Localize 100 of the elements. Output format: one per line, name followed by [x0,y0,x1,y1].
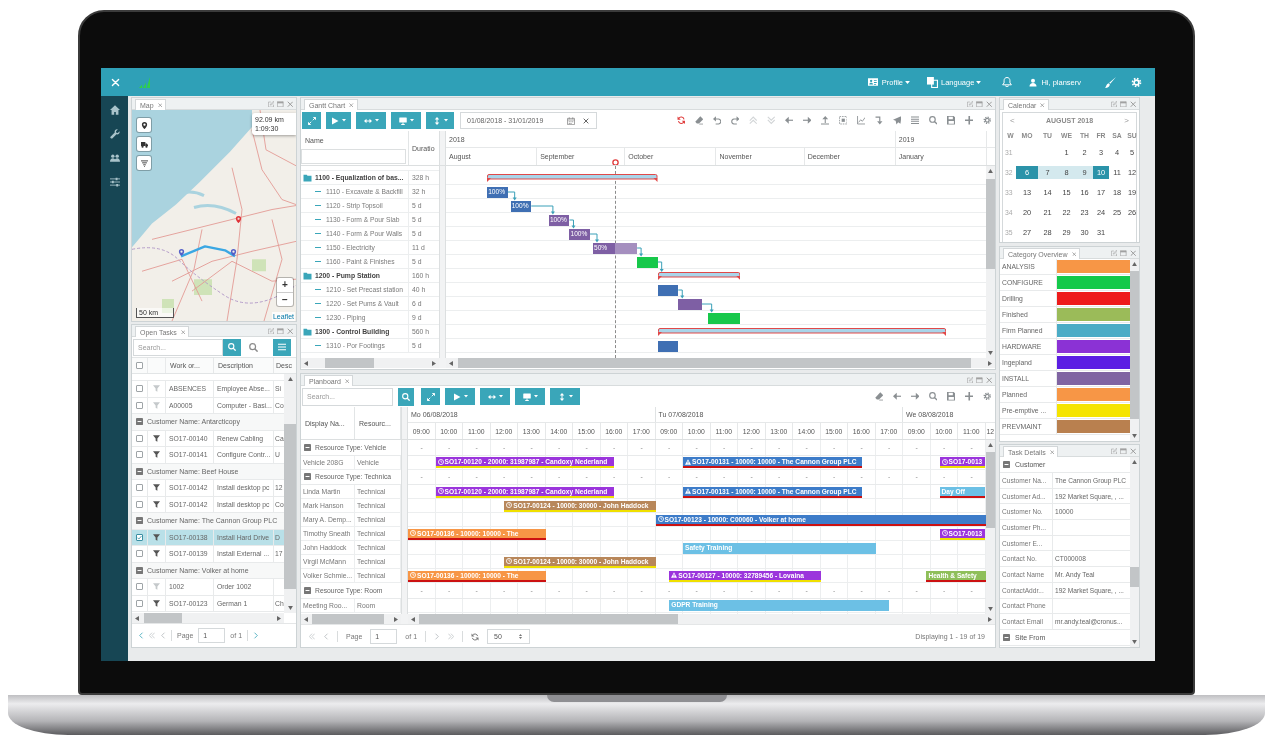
scrollbar-thumb[interactable] [419,614,678,624]
task-bar[interactable] [657,284,679,296]
vertical-arrows-menu-button[interactable] [426,112,454,129]
settings-icon[interactable] [982,116,991,125]
scroll-arrow-icon[interactable] [1132,434,1137,438]
scroll-arrow-icon[interactable] [1132,460,1137,464]
scrollbar-thumb[interactable] [1130,271,1139,419]
summary-bar[interactable] [487,174,658,182]
diagonal-arrows-button[interactable] [421,388,440,405]
scroll-arrow-icon[interactable] [1132,640,1137,644]
scroll-arrow-icon[interactable] [394,616,398,622]
collapse-icon[interactable] [304,473,311,481]
search-icon[interactable] [928,116,937,125]
scrollbar[interactable] [986,166,995,358]
monitor-menu-button[interactable] [515,388,545,405]
refresh-icon[interactable] [471,632,480,641]
checkbox[interactable] [136,484,143,492]
edit-icon[interactable] [1110,100,1117,107]
bell-icon[interactable] [1002,77,1013,87]
checkbox[interactable] [136,362,143,369]
task-bar[interactable] [707,312,740,324]
refresh-icon[interactable] [676,116,685,125]
scrollbar-thumb[interactable] [284,424,296,589]
scrollbar[interactable] [132,613,284,623]
scroll-arrow-icon[interactable] [449,360,453,366]
collapse-icon[interactable] [136,517,143,525]
menu-button[interactable] [273,338,291,356]
funnel-icon[interactable] [153,484,160,492]
search-icon[interactable] [249,342,258,352]
frame-icon[interactable] [838,116,847,125]
next-page-icon[interactable] [434,633,441,640]
save-icon[interactable] [946,116,955,125]
checkbox[interactable] [136,583,143,591]
folder-icon[interactable] [303,271,312,280]
undo-icon[interactable] [712,116,721,125]
line-chart-icon[interactable] [856,116,865,125]
close-icon[interactable] [344,378,350,384]
close-icon[interactable] [157,102,163,108]
eraser-icon[interactable] [874,392,883,401]
users-icon[interactable] [109,153,120,163]
scroll-arrow-icon[interactable] [432,360,436,366]
chevron-left-icon[interactable] [138,632,144,639]
edit-icon[interactable] [267,100,274,107]
collapse-icon[interactable] [304,443,311,451]
scrollbar[interactable] [284,374,296,613]
upload-icon[interactable] [820,116,829,125]
plus-icon[interactable] [964,392,973,401]
diagonal-arrows-button[interactable] [302,112,321,129]
close-icon[interactable] [286,327,293,334]
arrow-down-icon[interactable] [874,116,883,125]
edit-icon[interactable] [1110,447,1117,454]
map-pin-icon[interactable] [229,248,237,257]
previous-page-icon[interactable] [160,632,166,639]
collapse-icon[interactable] [1003,633,1010,641]
edit-icon[interactable] [1110,249,1117,256]
funnel-icon[interactable] [153,550,160,558]
collapse-icon[interactable] [136,566,143,574]
checkbox[interactable] [136,550,143,558]
collapse-icon[interactable] [136,418,143,426]
scrollbar-thumb[interactable] [144,613,182,623]
maximize-icon[interactable] [976,100,983,107]
scrollbar[interactable] [408,614,995,624]
zoom-in-button[interactable]: + [277,278,293,292]
checkbox[interactable] [136,599,143,607]
list-icon[interactable] [910,116,919,125]
funnel-icon[interactable] [153,500,160,508]
calendar-icon[interactable] [567,116,575,125]
save-icon[interactable] [946,392,955,401]
map-pin-icon[interactable] [177,248,185,257]
scrollbar-thumb[interactable] [986,452,995,528]
task-bar[interactable] [657,340,679,352]
edit-icon[interactable] [966,100,973,107]
folder-icon[interactable] [303,173,312,182]
paper-plane-icon[interactable] [892,116,901,125]
spinner-arrows-icon[interactable] [518,633,524,640]
redo-icon[interactable] [730,116,739,125]
arrow-left-icon[interactable] [784,116,793,125]
close-icon[interactable] [985,376,992,383]
maximize-icon[interactable] [1120,100,1127,107]
close-icon[interactable] [1129,100,1136,107]
scrollbar[interactable] [301,614,401,624]
scroll-arrow-icon[interactable] [287,377,293,381]
scroll-arrow-icon[interactable] [304,360,308,366]
close-icon[interactable] [1049,449,1055,455]
scroll-arrow-icon[interactable] [135,615,139,621]
funnel-icon[interactable] [153,599,160,607]
monitor-menu-button[interactable] [391,112,421,129]
scrollbar-thumb[interactable] [312,614,384,624]
arrows-menu-button[interactable] [480,388,510,405]
scroll-arrow-icon[interactable] [988,443,993,447]
home-icon[interactable] [109,105,120,115]
collapse-icon[interactable] [304,586,311,594]
scrollbar-thumb[interactable] [325,358,374,368]
scroll-arrow-icon[interactable] [1132,262,1137,266]
close-icon[interactable] [349,102,354,108]
scrollbar[interactable] [1130,457,1139,647]
close-icon[interactable] [286,100,293,107]
collapse-icon[interactable] [1003,461,1010,468]
maximize-icon[interactable] [277,327,284,334]
arrow-right-icon[interactable] [910,392,919,401]
